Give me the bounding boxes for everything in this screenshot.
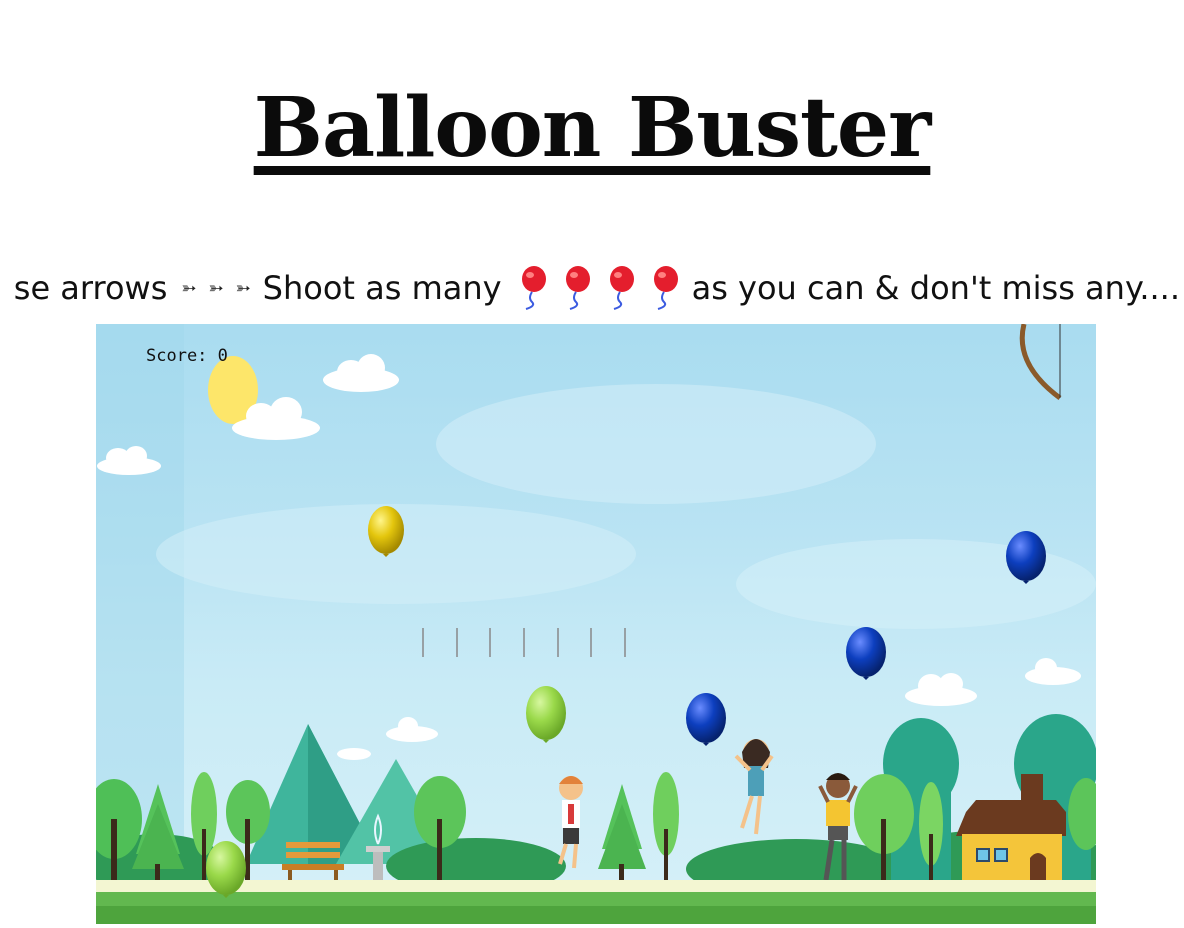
- marquee-text-end: as you can & don't miss any....: [691, 269, 1180, 307]
- instructions-marquee: se arrows ➳ ➳ ➳ Shoot as many as you can…: [0, 262, 1184, 314]
- balloon-blue[interactable]: [846, 627, 886, 680]
- red-balloon-icon: [648, 266, 678, 310]
- cloud: [905, 673, 977, 706]
- arrows-remaining: [422, 628, 626, 657]
- arrow-icon: ➳: [181, 277, 196, 299]
- ground: [96, 906, 1096, 924]
- cloud: [1025, 658, 1081, 685]
- balloon-blue[interactable]: [686, 693, 726, 746]
- arrow-icon: ➳: [235, 277, 251, 299]
- red-balloon-icon: [516, 266, 546, 310]
- grass: [96, 892, 1096, 906]
- game-title: Balloon Buster: [253, 80, 932, 176]
- cloud: [386, 717, 438, 742]
- kid-boy-redhead: [558, 776, 583, 869]
- arrow-icon: ➳: [208, 277, 223, 299]
- game-canvas[interactable]: Score: 0: [96, 324, 1096, 924]
- red-balloon-icon: [604, 266, 634, 310]
- game-scene: [96, 324, 1096, 924]
- path: [96, 880, 1096, 892]
- kid-girl: [734, 739, 774, 835]
- bow[interactable]: [1019, 324, 1062, 401]
- score-display: Score: 0: [146, 346, 228, 366]
- cloud: [337, 748, 371, 760]
- marquee-text-start: se arrows: [13, 269, 168, 307]
- balloon-green[interactable]: [526, 686, 566, 743]
- red-balloon-icon: [560, 266, 590, 310]
- marquee-text-shoot: Shoot as many: [262, 269, 502, 307]
- tree-pine: [598, 784, 646, 884]
- tree: [653, 772, 679, 884]
- cloud: [323, 354, 399, 392]
